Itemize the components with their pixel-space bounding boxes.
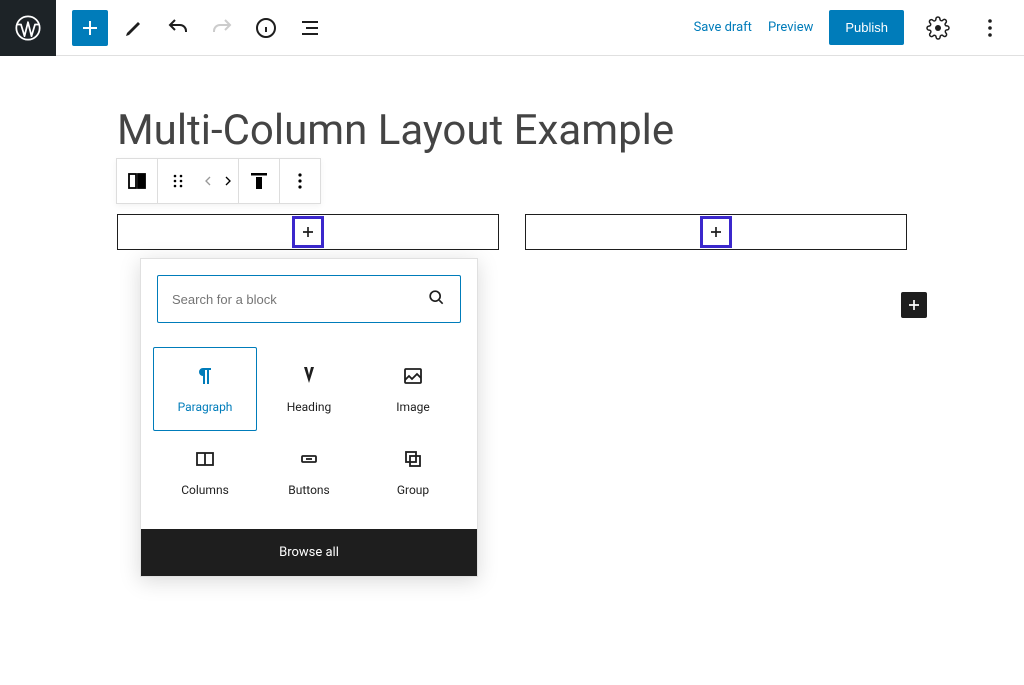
block-label: Columns bbox=[181, 483, 229, 497]
column-add-button[interactable] bbox=[700, 216, 732, 248]
drag-handle[interactable] bbox=[158, 159, 198, 203]
block-more-button[interactable] bbox=[280, 159, 320, 203]
block-paragraph[interactable]: Paragraph bbox=[153, 347, 257, 431]
block-label: Group bbox=[397, 483, 429, 497]
columns-icon bbox=[193, 447, 217, 471]
wordpress-logo[interactable] bbox=[0, 0, 56, 56]
buttons-icon bbox=[297, 447, 321, 471]
align-button[interactable] bbox=[239, 159, 279, 203]
post-title[interactable]: Multi-Column Layout Example bbox=[117, 106, 907, 156]
image-icon bbox=[401, 364, 425, 388]
block-type-button[interactable] bbox=[117, 159, 157, 203]
move-up-button[interactable] bbox=[198, 159, 218, 203]
block-search-input[interactable] bbox=[172, 292, 426, 307]
group-icon bbox=[401, 447, 425, 471]
block-group[interactable]: Group bbox=[361, 431, 465, 513]
block-label: Image bbox=[396, 400, 429, 414]
edit-tool-button[interactable] bbox=[116, 10, 152, 46]
info-button[interactable] bbox=[248, 10, 284, 46]
block-buttons[interactable]: Buttons bbox=[257, 431, 361, 513]
undo-button[interactable] bbox=[160, 10, 196, 46]
preview-link[interactable]: Preview bbox=[768, 20, 813, 35]
column-1[interactable] bbox=[117, 214, 499, 250]
block-label: Heading bbox=[287, 400, 332, 414]
append-block-button[interactable] bbox=[901, 292, 927, 318]
inserter-search-wrap bbox=[141, 259, 477, 339]
block-columns[interactable]: Columns bbox=[153, 431, 257, 513]
block-label: Paragraph bbox=[178, 400, 233, 414]
save-draft-link[interactable]: Save draft bbox=[694, 20, 752, 35]
block-toolbar bbox=[116, 158, 321, 204]
editor-top-bar: Save draft Preview Publish bbox=[0, 0, 1024, 56]
block-image[interactable]: Image bbox=[361, 347, 465, 431]
paragraph-icon bbox=[193, 364, 217, 388]
topbar-left-tools bbox=[56, 10, 328, 46]
add-block-button[interactable] bbox=[72, 10, 108, 46]
topbar-right-actions: Save draft Preview Publish bbox=[694, 10, 1024, 46]
column-2[interactable] bbox=[525, 214, 907, 250]
columns-block[interactable] bbox=[117, 214, 907, 250]
blocks-grid: Paragraph Heading Image Columns Buttons bbox=[141, 339, 477, 529]
search-icon bbox=[426, 287, 446, 311]
block-inserter-popover: Paragraph Heading Image Columns Buttons bbox=[140, 258, 478, 577]
move-down-button[interactable] bbox=[218, 159, 238, 203]
editor-canvas: Multi-Column Layout Example bbox=[0, 56, 1024, 250]
block-label: Buttons bbox=[288, 483, 330, 497]
more-options-button[interactable] bbox=[972, 10, 1008, 46]
column-add-button[interactable] bbox=[292, 216, 324, 248]
redo-button[interactable] bbox=[204, 10, 240, 46]
outline-button[interactable] bbox=[292, 10, 328, 46]
search-box[interactable] bbox=[157, 275, 461, 323]
publish-button[interactable]: Publish bbox=[829, 10, 904, 45]
browse-all-button[interactable]: Browse all bbox=[141, 529, 477, 576]
settings-button[interactable] bbox=[920, 10, 956, 46]
heading-icon bbox=[297, 364, 321, 388]
block-heading[interactable]: Heading bbox=[257, 347, 361, 431]
